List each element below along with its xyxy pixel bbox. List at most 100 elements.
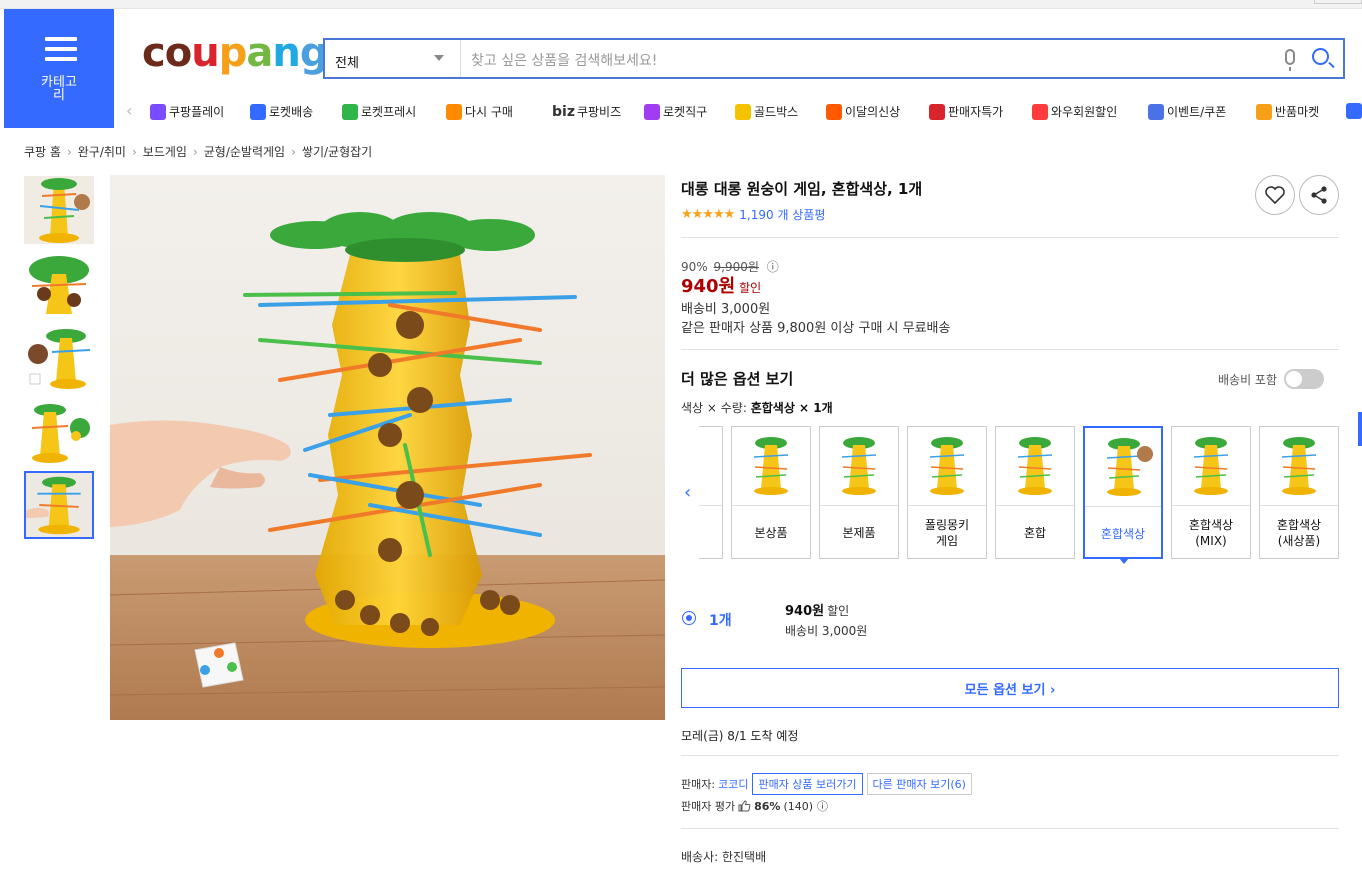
nav-item[interactable]: 쿠팡플레이	[150, 103, 224, 120]
quantity-radio[interactable]	[682, 611, 696, 625]
nav-item-label: 로켓배송	[269, 105, 314, 119]
option-thumbnail	[1268, 433, 1330, 499]
option-card-label: 혼합색상 (MIX)	[1172, 505, 1250, 559]
nav-icon	[150, 103, 166, 120]
product-title: 대롱 대롱 원숭이 게임, 혼합색상, 1개	[681, 180, 923, 198]
nav-item[interactable]: 판매자특가	[929, 103, 1003, 120]
wishlist-heart-button[interactable]	[1255, 175, 1295, 215]
seller-rating-label: 판매자 평가	[681, 800, 736, 813]
option-card[interactable]: 본상품	[731, 426, 811, 559]
nav-item[interactable]: 이달의신상	[826, 103, 900, 120]
nav-item[interactable]: 반품마켓	[1256, 103, 1319, 120]
breadcrumb-separator-icon: ›	[192, 145, 198, 159]
option-card[interactable]: 혼합	[995, 426, 1075, 559]
nav-icon	[735, 103, 751, 120]
options-prev-arrow-icon[interactable]: ‹	[684, 482, 691, 503]
nav-item-label: 골드박스	[754, 105, 799, 119]
seller-rating: 판매자 평가 86% (140) ⓘ	[681, 798, 828, 814]
all-options-button[interactable]: 모든 옵션 보기 ›	[681, 668, 1339, 708]
browser-top-strip	[0, 0, 1362, 9]
nav-icon	[644, 103, 660, 120]
nav-icon	[1256, 103, 1272, 120]
main-product-image[interactable]	[110, 175, 665, 720]
option-card[interactable]: 폴링몽키 게임	[907, 426, 987, 559]
option-card-label: 폴링몽키 게임	[908, 505, 986, 559]
seller-name-link[interactable]: 코코디	[718, 776, 748, 792]
logo-letter: p	[218, 30, 248, 76]
option-thumbnail	[1004, 433, 1066, 499]
scrollbar-top[interactable]	[1314, 0, 1362, 4]
nav-icon	[929, 103, 945, 120]
shipping-fee: 배송비 3,000원	[681, 302, 771, 317]
thumbnail-1[interactable]	[24, 176, 94, 244]
option-card[interactable]: 혼합색상 (MIX)	[1171, 426, 1251, 559]
thumbs-up-icon	[738, 800, 751, 812]
breadcrumb-item[interactable]: 쌓기/균형잡기	[302, 145, 372, 159]
search-bar: 전체 찾고 싶은 상품을 검색해보세요!	[323, 38, 1345, 79]
shipping-included-toggle[interactable]	[1284, 369, 1325, 389]
breadcrumb-item[interactable]: 균형/순발력게임	[204, 145, 285, 159]
microphone-icon[interactable]	[1285, 49, 1295, 71]
share-button[interactable]	[1299, 175, 1339, 215]
nav-item[interactable]: biz 쿠팡비즈	[552, 103, 621, 120]
search-icon[interactable]	[1312, 48, 1329, 65]
nav-item[interactable]: 이벤트/쿠폰	[1148, 103, 1226, 120]
breadcrumb-item[interactable]: 쿠팡 홈	[24, 145, 61, 159]
selected-quantity: 1개	[709, 613, 732, 629]
nav-left-arrow-icon[interactable]: ‹	[126, 101, 132, 120]
divider	[681, 755, 1339, 756]
thumbnail-3[interactable]	[24, 324, 94, 392]
logo-letter: o	[164, 30, 193, 76]
option-selection: 색상 × 수량: 혼합색상 × 1개	[681, 399, 833, 416]
hamburger-icon	[45, 37, 77, 61]
option-price: 940원 할인	[785, 600, 849, 619]
nav-item-label: 다시 구매	[465, 105, 513, 119]
nav-item[interactable]: 와우회원할인	[1032, 103, 1117, 120]
free-shipping-note: 같은 판매자 상품 9,800원 이상 구매 시 무료배송	[681, 321, 951, 336]
logo-letter: a	[246, 30, 273, 76]
nav-item-label: 반품마켓	[1275, 105, 1320, 119]
share-icon	[1311, 186, 1327, 204]
option-price-value: 940원	[785, 604, 825, 619]
breadcrumb-separator-icon: ›	[66, 145, 72, 159]
category-menu-button[interactable]: 카테고 리	[4, 9, 114, 128]
nav-icon	[826, 103, 842, 120]
nav-item-label: 이달의신상	[845, 105, 901, 119]
search-scope-select[interactable]: 전체	[325, 40, 461, 77]
divider	[681, 349, 1339, 350]
carrier-info: 배송사: 한진택배	[681, 850, 767, 864]
nav-item[interactable]: 로켓직구	[644, 103, 707, 120]
review-count-link[interactable]: 1,190 개 상품평	[739, 206, 825, 223]
breadcrumb-item[interactable]: 완구/취미	[78, 145, 126, 159]
thumbnail-5-selected[interactable]	[24, 471, 94, 539]
option-card-label: 혼합색상 (새상품)	[1260, 505, 1338, 559]
nav-icon	[446, 103, 462, 120]
seller-products-link[interactable]: 판매자 상품 보러가기	[752, 773, 863, 795]
option-selection-prefix: 색상 × 수량:	[681, 401, 751, 415]
nav-item[interactable]: 로켓배송	[250, 103, 313, 120]
nav-item-label: 와우회원할인	[1051, 105, 1118, 119]
sale-price-value: 940원	[681, 276, 736, 297]
option-card[interactable]: 혼합색상 (새상품)	[1259, 426, 1339, 559]
nav-more-icon[interactable]	[1346, 103, 1362, 119]
option-card-partial[interactable]	[699, 426, 723, 559]
biz-logo: biz	[552, 103, 575, 120]
nav-item[interactable]: 로켓프레시	[342, 103, 416, 120]
info-icon[interactable]: ⓘ	[767, 260, 779, 274]
option-card[interactable]: 혼합색상	[1083, 426, 1163, 564]
info-icon[interactable]: ⓘ	[817, 798, 828, 814]
nav-item[interactable]: 골드박스	[735, 103, 798, 120]
nav-item-label: 이벤트/쿠폰	[1167, 105, 1227, 119]
seller-row: 판매자: 코코디 판매자 상품 보러가기 다른 판매자 보기(6)	[681, 773, 972, 795]
breadcrumb-item[interactable]: 보드게임	[143, 145, 187, 159]
thumbnail-2[interactable]	[24, 250, 94, 318]
search-input[interactable]: 찾고 싶은 상품을 검색해보세요!	[471, 50, 657, 70]
thumbnail-4[interactable]	[24, 398, 94, 466]
other-sellers-link[interactable]: 다른 판매자 보기(6)	[866, 773, 972, 795]
option-card[interactable]: 본제품	[819, 426, 899, 559]
product-rating: ★★★★★ 1,190 개 상품평	[681, 206, 825, 223]
logo-letter: n	[272, 30, 301, 76]
coupang-logo[interactable]: coupang	[142, 30, 328, 76]
scrollbar-thumb[interactable]	[1358, 412, 1362, 446]
nav-item[interactable]: 다시 구매	[446, 103, 513, 120]
